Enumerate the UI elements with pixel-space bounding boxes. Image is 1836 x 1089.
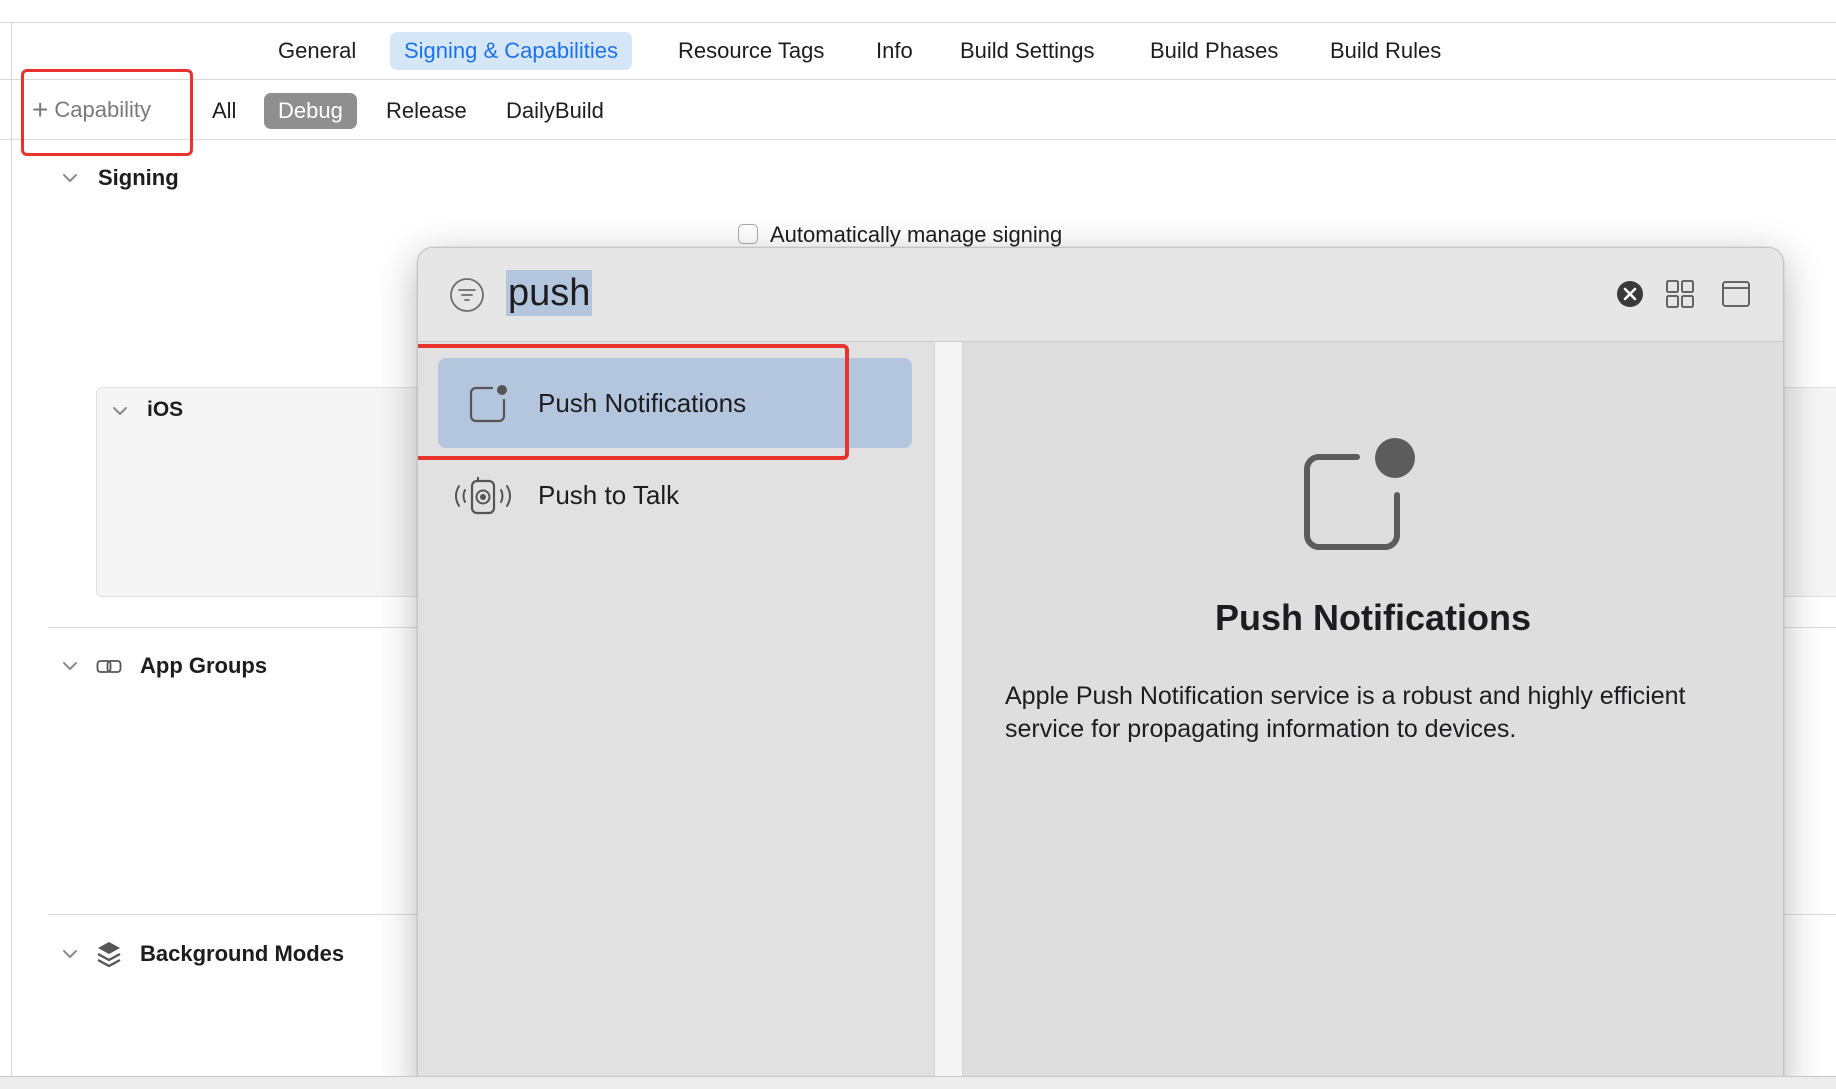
tab-build-phases[interactable]: Build Phases — [1136, 32, 1292, 70]
background-modes-icon — [97, 942, 121, 968]
capability-detail-pane: Push Notifications Apple Push Notificati… — [963, 342, 1783, 1076]
grid-view-icon[interactable] — [1665, 279, 1695, 309]
window-bottom-edge — [0, 1076, 1836, 1089]
ios-section-title: iOS — [147, 398, 184, 421]
detail-panel-icon[interactable] — [1721, 279, 1751, 309]
detail-description: Apple Push Notification service is a rob… — [1005, 682, 1686, 743]
left-border — [11, 23, 12, 1076]
clear-search-icon[interactable] — [1616, 280, 1644, 308]
configuration-bar: + Capability All Debug Release DailyBuild — [0, 80, 1836, 140]
search-bar: push — [418, 248, 1783, 342]
config-debug[interactable]: Debug — [264, 93, 357, 129]
chevron-down-icon[interactable] — [110, 401, 130, 421]
detail-title: Push Notifications — [1214, 597, 1532, 638]
chevron-down-icon[interactable] — [60, 944, 80, 964]
push-notifications-highlight-box — [418, 344, 849, 460]
chevron-down-icon[interactable] — [60, 168, 80, 188]
pane-divider[interactable] — [934, 342, 963, 1076]
config-dailybuild[interactable]: DailyBuild — [492, 93, 618, 129]
search-input[interactable]: push — [506, 270, 593, 316]
config-release[interactable]: Release — [372, 93, 481, 129]
push-notifications-icon — [1304, 438, 1415, 550]
tab-info[interactable]: Info — [862, 32, 927, 70]
background-modes-section-title: Background Modes — [140, 941, 345, 966]
tab-build-settings[interactable]: Build Settings — [946, 32, 1109, 70]
editor-tab-bar: General Signing & Capabilities Resource … — [0, 23, 1836, 80]
signing-section-title: Signing — [98, 165, 179, 190]
list-item-push-to-talk[interactable]: Push to Talk — [438, 450, 912, 540]
xcode-editor-window: General Signing & Capabilities Resource … — [0, 0, 1836, 1076]
tab-general[interactable]: General — [264, 32, 370, 70]
capability-library-popover: push Push Notifications Push to Talk Pus… — [417, 247, 1784, 1076]
config-all[interactable]: All — [198, 93, 250, 129]
tab-signing-capabilities[interactable]: Signing & Capabilities — [390, 32, 633, 70]
walkie-talkie-icon — [455, 477, 511, 515]
app-groups-section-title: App Groups — [140, 653, 268, 678]
auto-manage-signing-checkbox[interactable] — [738, 224, 758, 244]
chevron-down-icon[interactable] — [60, 656, 80, 676]
list-item-label: Push to Talk — [538, 480, 680, 510]
tab-resource-tags[interactable]: Resource Tags — [664, 32, 838, 70]
app-groups-icon — [96, 660, 122, 673]
capability-highlight-box — [21, 69, 193, 156]
filter-icon[interactable] — [449, 277, 485, 313]
auto-manage-signing-label: Automatically manage signing — [770, 222, 1063, 247]
tab-build-rules[interactable]: Build Rules — [1316, 32, 1455, 70]
